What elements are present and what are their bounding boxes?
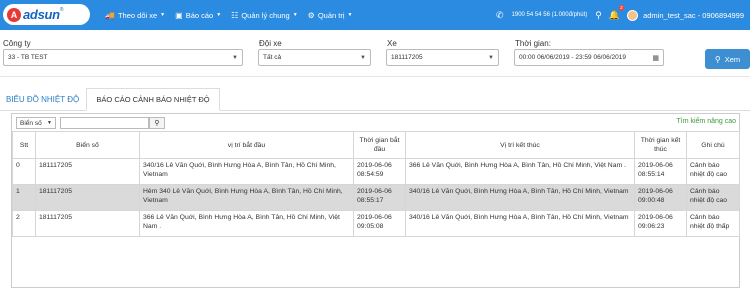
company-value: 33 - TB TEST	[8, 54, 48, 61]
col-header[interactable]: Thời gian bắt đầu	[353, 131, 406, 159]
col-header[interactable]: Biển số	[35, 131, 140, 159]
time-range-input[interactable]: 00:00 06/06/2019 - 23:59 06/06/2019 ▦	[514, 49, 664, 66]
cell-start-location: Hẻm 340 Lê Văn Quới, Bình Hưng Hòa A, Bì…	[139, 184, 354, 211]
header-right: ✆ 1900 54 54 56 (1.000đ/phút) ⚲ 🔔 2 admin…	[496, 0, 744, 30]
cell-end-time: 2019-06-06 09:06:23	[634, 210, 687, 237]
notification-badge: 2	[618, 4, 625, 11]
nav-quan-ly-chung[interactable]: ☷ Quản lý chung ▼	[231, 11, 298, 20]
search-field-value: Biển số	[20, 119, 42, 127]
nav-label: Quản trị	[317, 10, 345, 20]
table-row[interactable]: 2 181117205 366 Lê Văn Quới, Bình Hưng H…	[12, 210, 740, 237]
cell-start-time: 2019-06-06 08:54:59	[353, 158, 406, 185]
gears-icon: ⚙	[307, 10, 315, 20]
divider	[0, 76, 750, 77]
col-header[interactable]: Thời gian kết thúc	[634, 131, 687, 159]
cell-note: Cảnh báo nhiệt độ cao	[686, 158, 740, 185]
view-button[interactable]: ⚲ Xem	[705, 49, 750, 69]
col-header[interactable]: Stt	[12, 131, 36, 159]
search-icon: ⚲	[154, 120, 160, 127]
bell-icon[interactable]: 🔔 2	[609, 4, 625, 21]
time-label: Thời gian:	[515, 39, 551, 48]
col-header[interactable]: vị trí bắt đầu	[139, 131, 354, 159]
cell-end-location: 366 Lê Văn Quới, Bình Hưng Hòa A, Bình T…	[405, 158, 635, 185]
chevron-down-icon: ▼	[47, 120, 52, 126]
nav-label: Báo cáo	[185, 10, 214, 20]
report-panel: Biển số ▼ ⚲ Tìm kiếm nâng cao Stt Biển s…	[11, 113, 740, 288]
report-icon: ▣	[175, 10, 183, 20]
main-nav: 🚚 Theo dõi xe ▼ ▣ Báo cáo ▼ ☷ Quản lý ch…	[105, 0, 362, 30]
search-input[interactable]	[60, 117, 149, 129]
logo-mark-icon: A	[7, 7, 21, 22]
nav-bao-cao[interactable]: ▣ Báo cáo ▼	[175, 11, 221, 20]
adsun-logo[interactable]: A adsun ®	[3, 4, 90, 25]
table-row[interactable]: 1 181117205 Hẻm 340 Lê Văn Quới, Bình Hư…	[12, 184, 740, 211]
cell-stt: 1	[12, 184, 36, 211]
caret-down-icon: ▼	[292, 12, 298, 18]
view-button-label: Xem	[724, 54, 741, 64]
company-select[interactable]: 33 - TB TEST ▼	[3, 49, 243, 66]
cell-plate: 181117205	[35, 184, 140, 211]
team-select[interactable]: Tất cả ▼	[258, 49, 371, 66]
chevron-down-icon: ▼	[488, 54, 494, 61]
cell-plate: 181117205	[35, 210, 140, 237]
calendar-icon: ▦	[652, 54, 659, 62]
hotline-text: 1900 54 54 56 (1.000đ/phút)	[511, 12, 588, 18]
team-value: Tất cả	[263, 54, 282, 61]
chevron-down-icon: ▼	[232, 54, 238, 61]
cell-end-time: 2019-06-06 08:55:14	[634, 158, 687, 185]
cell-plate: 181117205	[35, 158, 140, 185]
nav-quan-tri[interactable]: ⚙ Quản trị ▼	[308, 11, 353, 20]
tab-temperature-chart[interactable]: BIỂU ĐỒ NHIỆT ĐỘ	[6, 95, 79, 104]
nav-label: Quản lý chung	[241, 10, 290, 20]
vehicle-value: 181117205	[391, 54, 423, 61]
search-button[interactable]: ⚲	[149, 117, 165, 129]
search-field-select[interactable]: Biển số ▼	[16, 117, 56, 129]
truck-icon: 🚚	[105, 10, 115, 20]
cell-start-location: 340/16 Lê Văn Quới, Bình Hưng Hòa A, Bìn…	[139, 158, 354, 185]
time-range-value: 00:00 06/06/2019 - 23:59 06/06/2019	[519, 54, 626, 61]
vehicle-label: Xe	[387, 39, 397, 48]
company-label: Công ty	[3, 39, 31, 48]
table-row[interactable]: 0 181117205 340/16 Lê Văn Quới, Bình Hưn…	[12, 158, 740, 185]
logo-registered-mark: ®	[59, 7, 64, 13]
col-header[interactable]: Vị trí kết thúc	[405, 131, 635, 159]
cell-start-location: 366 Lê Văn Quới, Bình Hưng Hòa A, Bình T…	[139, 210, 354, 237]
caret-down-icon: ▼	[216, 12, 222, 18]
cell-note: Cảnh báo nhiệt độ cao	[686, 184, 740, 211]
search-icon[interactable]: ⚲	[595, 10, 602, 21]
warning-table: Stt Biển số vị trí bắt đầu Thời gian bắt…	[12, 131, 740, 237]
user-account[interactable]: admin_test_sac - 0906894999	[643, 11, 744, 20]
chevron-down-icon: ▼	[360, 54, 366, 61]
vehicle-select[interactable]: 181117205 ▼	[386, 49, 499, 66]
cell-stt: 2	[12, 210, 36, 237]
caret-down-icon: ▼	[160, 12, 166, 18]
phone-icon: ✆	[496, 9, 504, 20]
cell-end-location: 340/16 Lê Văn Quới, Bình Hưng Hòa A, Bìn…	[405, 210, 635, 237]
nav-label: Theo dõi xe	[117, 10, 158, 20]
cell-end-time: 2019-06-06 09:00:48	[634, 184, 687, 211]
team-label: Đội xe	[259, 39, 282, 48]
avatar[interactable]	[627, 9, 639, 21]
top-navbar: A adsun ® 🚚 Theo dõi xe ▼ ▣ Báo cáo ▼ ☷ …	[0, 0, 750, 30]
caret-down-icon: ▼	[347, 12, 353, 18]
search-icon: ⚲	[714, 54, 721, 64]
cell-start-time: 2019-06-06 08:55:17	[353, 184, 406, 211]
cell-start-time: 2019-06-06 09:05:08	[353, 210, 406, 237]
cell-stt: 0	[12, 158, 36, 185]
list-icon: ☷	[231, 10, 239, 20]
tab-temperature-warning-report[interactable]: BÁO CÁO CẢNH BÁO NHIỆT ĐỘ	[86, 88, 220, 111]
logo-text: adsun	[23, 7, 60, 22]
nav-theo-doi-xe[interactable]: 🚚 Theo dõi xe ▼	[105, 11, 165, 20]
table-header-row: Stt Biển số vị trí bắt đầu Thời gian bắt…	[12, 131, 740, 159]
cell-note: Cảnh báo nhiệt độ thấp	[686, 210, 740, 237]
cell-end-location: 340/16 Lê Văn Quới, Bình Hưng Hòa A, Bìn…	[405, 184, 635, 211]
col-header[interactable]: Ghi chú	[686, 131, 740, 159]
advanced-search-link[interactable]: Tìm kiếm nâng cao	[676, 118, 736, 125]
